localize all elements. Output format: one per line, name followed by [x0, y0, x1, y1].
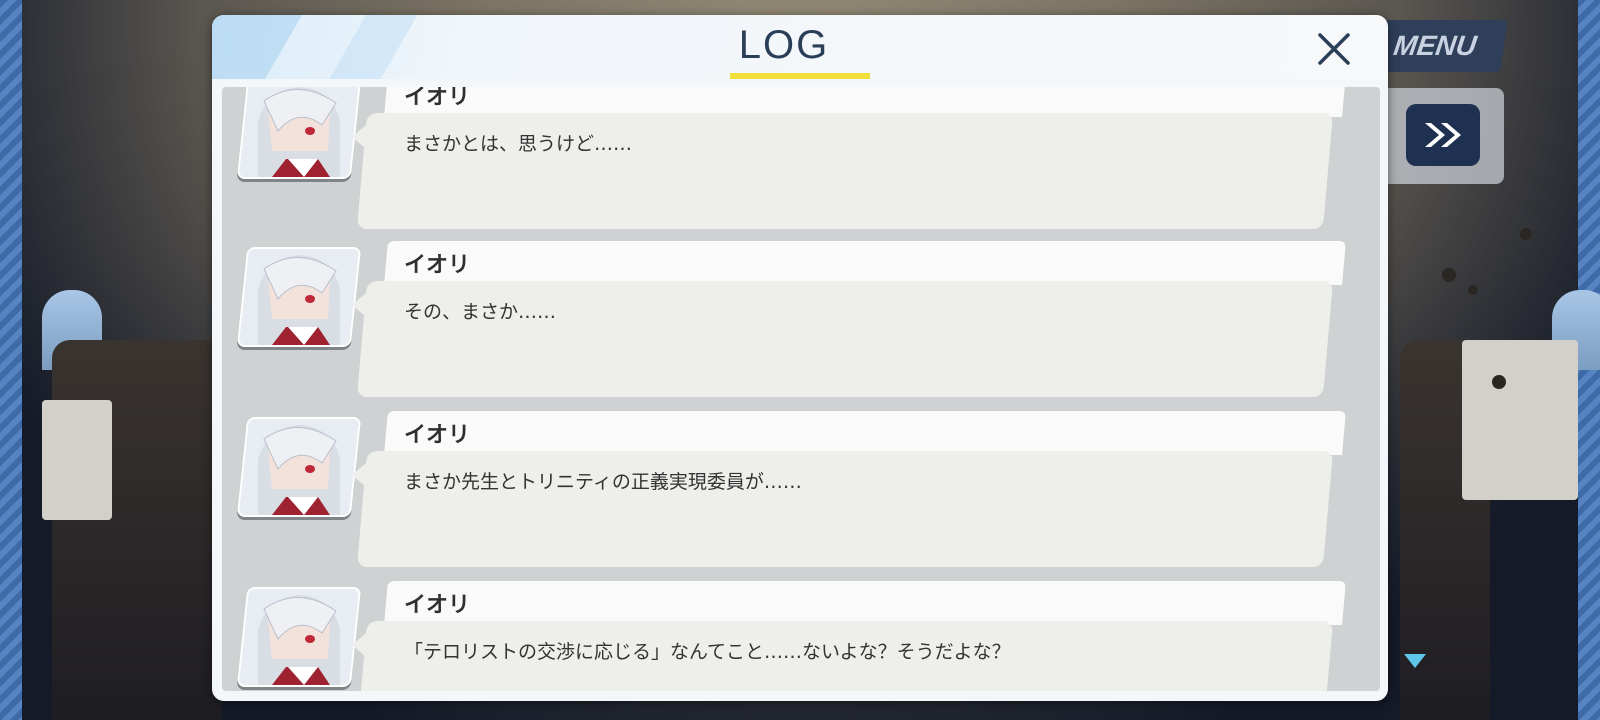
log-list[interactable]: イオリ まさかとは、思うけど…… イオリ その、まさか…… イオリ まさか先生と…: [222, 87, 1380, 691]
log-entry: イオリ まさか先生とトリニティの正義実現委員が……: [222, 411, 1380, 571]
character-avatar: [238, 589, 360, 685]
dialogue-bubble: イオリ その、まさか……: [352, 241, 1346, 399]
menu-label: MENU: [1391, 30, 1479, 61]
message-text: その、まさか……: [404, 301, 557, 323]
speaker-name-bar: [384, 581, 1346, 625]
title-underline: [730, 73, 870, 79]
close-icon: [1318, 33, 1350, 65]
bullet-hole: [1492, 375, 1506, 389]
dialogue-bubble: イオリ まさか先生とトリニティの正義実現委員が……: [352, 411, 1346, 569]
log-title: LOG: [738, 23, 830, 67]
character-avatar: [238, 419, 360, 515]
left-border-stripe: [0, 0, 22, 720]
bubble-tail: [352, 125, 366, 149]
log-entry: イオリ その、まさか……: [222, 241, 1380, 401]
character-avatar: [238, 87, 360, 177]
bubble-tail: [352, 463, 366, 487]
log-header: LOG: [212, 15, 1388, 79]
speaker-name-bar: [384, 411, 1346, 455]
fast-forward-button[interactable]: [1406, 104, 1480, 166]
log-entry: イオリ まさかとは、思うけど……: [222, 87, 1380, 233]
dialogue-bubble: イオリ まさかとは、思うけど……: [352, 87, 1346, 231]
speaker-name: イオリ: [404, 593, 471, 618]
bubble-tail: [352, 293, 366, 317]
bubble-tail: [352, 633, 366, 657]
speaker-name-bar: [384, 241, 1346, 285]
speaker-name: イオリ: [404, 423, 471, 448]
seat: [52, 340, 192, 720]
seat-headrest: [42, 400, 112, 520]
message-text: まさか先生とトリニティの正義実現委員が……: [404, 471, 802, 493]
log-entry: イオリ 「テロリストの交渉に応じる」なんてこと……ないよな？そうだよな？: [222, 581, 1380, 691]
fast-forward-icon: [1425, 123, 1461, 147]
dialogue-bubble: イオリ 「テロリストの交渉に応じる」なんてこと……ないよな？そうだよな？: [352, 581, 1346, 691]
message-text: まさかとは、思うけど……: [404, 133, 633, 155]
speaker-name: イオリ: [404, 87, 471, 110]
speaker-portrait: [236, 247, 362, 347]
log-window: LOG イオリ まさかとは、思うけど…… イオリ その、まさか…… イオリ まさ…: [212, 15, 1388, 701]
speaker-portrait: [236, 87, 362, 179]
character-avatar: [238, 249, 360, 345]
speaker-name: イオリ: [404, 253, 471, 278]
bullet-hole: [1468, 285, 1478, 295]
seat-headrest: [1462, 340, 1578, 500]
bullet-hole: [1442, 268, 1456, 282]
speaker-portrait: [236, 417, 362, 517]
triangle-down-icon: [1404, 654, 1426, 668]
message-text: 「テロリストの交渉に応じる」なんてこと……ないよな？そうだよな？: [404, 641, 1011, 663]
close-button[interactable]: [1312, 27, 1356, 71]
speaker-portrait: [236, 587, 362, 687]
bullet-hole: [1520, 228, 1532, 240]
